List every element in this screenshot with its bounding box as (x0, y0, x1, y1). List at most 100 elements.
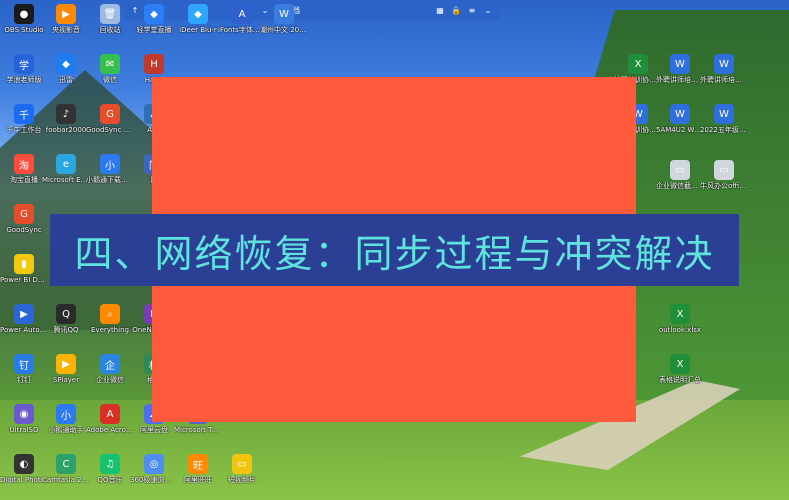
desktop-icon-label: 千牛工作台 (6, 126, 42, 134)
desktop-icon-duanshipin[interactable]: ▭ 短视频片 (218, 454, 266, 484)
camtasia-icon: C (56, 454, 76, 474)
desktop-icon-label: 阿里旺旺 (184, 476, 212, 484)
desktop-background: ↑ 桌面 ⌄ 文档 ▦ 🔒 ≡ ⌄ ●OBS Studio▶央视影音🗑回收站◆轻… (0, 0, 789, 500)
explorer-titlebar-right[interactable]: 文档 ▦ 🔒 ≡ ⌄ (278, 0, 500, 20)
foobar-icon: ♪ (56, 104, 76, 124)
qiyeweixin-icon: 企 (100, 354, 120, 374)
dingding-icon: 钉 (14, 354, 34, 374)
desktop-icon-wechat[interactable]: ✉ 微信 (86, 54, 134, 84)
desktop-icon-tencentqq[interactable]: Q 腾讯QQ (42, 304, 90, 334)
desktop-icon-taobao[interactable]: 淘淘宝直播 (0, 154, 48, 184)
banner-title: 四、网络恢复：同步过程与冲突解决 (74, 231, 715, 276)
desktop-icon-huiying[interactable]: ▶ 央视影音 (42, 4, 90, 34)
desktop-icon-label: 小鹅通下载助手 (86, 176, 134, 184)
xiaoe-icon: 小 (100, 154, 120, 174)
desktop-icon-qqmusic[interactable]: ♫ QQ音乐 (86, 454, 134, 484)
desktop-icon-waipin3[interactable]: W 外聘讲师培训协议-2022- (700, 54, 748, 84)
everything-icon: ⌕ (100, 304, 120, 324)
desktop-icon-label: 回收站 (99, 26, 121, 34)
desktop-icon-qiangong[interactable]: 千千牛工作台 (0, 104, 48, 134)
menu-icon[interactable]: ≡ (466, 4, 478, 16)
desktop-icon-label: GoodSync (6, 226, 42, 234)
desktop-icon-label: 阿里云盘 (140, 426, 168, 434)
splayer-icon: ▶ (56, 354, 76, 374)
desktop-icon-label: OBS Studio (4, 26, 44, 34)
desktop-icon-foobar[interactable]: ♪ foobar2000 (42, 104, 90, 134)
powerauto-icon: ▶ (14, 304, 34, 324)
desktop-icon-label: 外聘讲师培训协议-2022- (656, 76, 704, 84)
xunlei-icon: ◆ (56, 54, 76, 74)
desktop-icon-label: outlook.xlsx (658, 326, 702, 334)
desktop-icon-chaozhou[interactable]: W 潮州中文 2022年工 (260, 4, 308, 34)
desktop-icon-label: 轻学堂直播 (136, 26, 172, 34)
desktop-icon-xunlei[interactable]: ◆ 迅雷 (42, 54, 90, 84)
desktop-icon-ifonts[interactable]: AiFonts字体助手 (218, 4, 266, 34)
acrobat-icon: A (100, 404, 120, 424)
goodsync2-icon: G (14, 204, 34, 224)
desktop-icon-boshi[interactable]: X 表格说明汇总 (656, 354, 704, 384)
desktop-icon-xiaoe2[interactable]: 小小鹅通助手 (42, 404, 90, 434)
desktop-icon-digitalphoto[interactable]: ◐ Digital Photo Pro (0, 454, 48, 484)
desktop-icon-obs[interactable]: ● OBS Studio (0, 4, 48, 34)
lock-icon[interactable]: 🔒 (450, 4, 462, 16)
desktop-icon-goodsync[interactable]: G GoodSync Explorer (86, 104, 134, 134)
tencentqq-icon: Q (56, 304, 76, 324)
desktop-icon-xuelang[interactable]: 学学浪老师版 (0, 54, 48, 84)
desktop-icon-label: 企业微信 (96, 376, 124, 384)
aliwang-icon: 旺 (188, 454, 208, 474)
desktop-icon-xiaoe[interactable]: 小小鹅通下载助手 (86, 154, 134, 184)
5am4u2-icon: W (670, 104, 690, 124)
xiaoe2-icon: 小 (56, 404, 76, 424)
powerbi-icon: ▮ (14, 254, 34, 274)
desktop-icon-label: Digital Photo Pro (0, 476, 48, 484)
desktop-icon-edge[interactable]: e Microsoft Edge (42, 154, 90, 184)
desktop-icon-camtasia[interactable]: C Camtasia 2018 (42, 454, 90, 484)
desktop-icon-powerauto[interactable]: ▶ Power Automate (0, 304, 48, 334)
taobao-icon: 淘 (14, 154, 34, 174)
360-icon: ◎ (144, 454, 164, 474)
desktop-icon-splayer[interactable]: ▶ SPlayer (42, 354, 90, 384)
recycle-icon: 🗑 (100, 4, 120, 24)
desktop-icon-label: Everything (91, 326, 129, 334)
ultraiso-icon: ◉ (14, 404, 34, 424)
desktop-icon-label: Power BI Desktop (0, 276, 48, 284)
desktop-icon-qywx[interactable]: ▭ 企业微信截图16707144 (656, 160, 704, 190)
desktop-icon-powerbi[interactable]: ▮ Power BI Desktop (0, 254, 48, 284)
desktop-icon-lite[interactable]: ◆ 轻学堂直播 (130, 4, 178, 34)
desktop-icon-ideer[interactable]: ◆ iDeer Blu-r (174, 4, 222, 34)
goodsync-icon: G (100, 104, 120, 124)
desktop-icon-dingding[interactable]: 钉钉钉 (0, 354, 48, 384)
edge-icon: e (56, 154, 76, 174)
desktop-icon-label: 淘宝直播 (10, 176, 38, 184)
desktop-icon-qiyeweixin[interactable]: 企企业微信 (86, 354, 134, 384)
desktop-icon-niuban[interactable]: ▭ 牛风办公office教程 (700, 160, 748, 190)
desktop-icon-ultraiso[interactable]: ◉ UltraISO (0, 404, 48, 434)
desktop-icon-label: 2022五年级第一学期1 (700, 126, 748, 134)
desktop-icon-label: 迅雷 (59, 76, 73, 84)
wunianji-icon: W (714, 104, 734, 124)
desktop-icon-label: GoodSync Explorer (86, 126, 134, 134)
desktop-icon-label: SPlayer (52, 376, 80, 384)
desktop-icon-wunianji[interactable]: W 2022五年级第一学期1 (700, 104, 748, 134)
desktop-icon-360[interactable]: ◎ 360极速浏览器 (130, 454, 178, 484)
niuban-icon: ▭ (714, 160, 734, 180)
desktop-icon-label: 央视影音 (52, 26, 80, 34)
qiangong-icon: 千 (14, 104, 34, 124)
desktop-icon-label: 潮州中文 2022年工 (260, 26, 308, 34)
desktop-icon-label: 短视频片 (228, 476, 256, 484)
desktop-icon-everything[interactable]: ⌕ Everything (86, 304, 134, 334)
desktop-icon-outlook[interactable]: Xoutlook.xlsx (656, 304, 704, 334)
desktop-icon-acrobat[interactable]: A Adobe Acrobat (86, 404, 134, 434)
desktop-icon-goodsync2[interactable]: G GoodSync (0, 204, 48, 234)
waipin3-icon: W (714, 54, 734, 74)
obs-icon: ● (14, 4, 34, 24)
grid-icon[interactable]: ▦ (434, 4, 446, 16)
desktop-icon-5am4u2[interactable]: W 5AM4U2 Worksheet (656, 104, 704, 134)
desktop-icon-label: UltraISO (9, 426, 39, 434)
desktop-icon-label: 微信 (103, 76, 117, 84)
desktop-icon-recycle[interactable]: 🗑 回收站 (86, 4, 134, 34)
desktop-icon-waipin2[interactable]: W 外聘讲师培训协议-2022- (656, 54, 704, 84)
desktop-icon-label: Power Automate (0, 326, 48, 334)
chevron-down-icon[interactable]: ⌄ (482, 4, 494, 16)
desktop-icon-aliwang[interactable]: 旺阿里旺旺 (174, 454, 222, 484)
